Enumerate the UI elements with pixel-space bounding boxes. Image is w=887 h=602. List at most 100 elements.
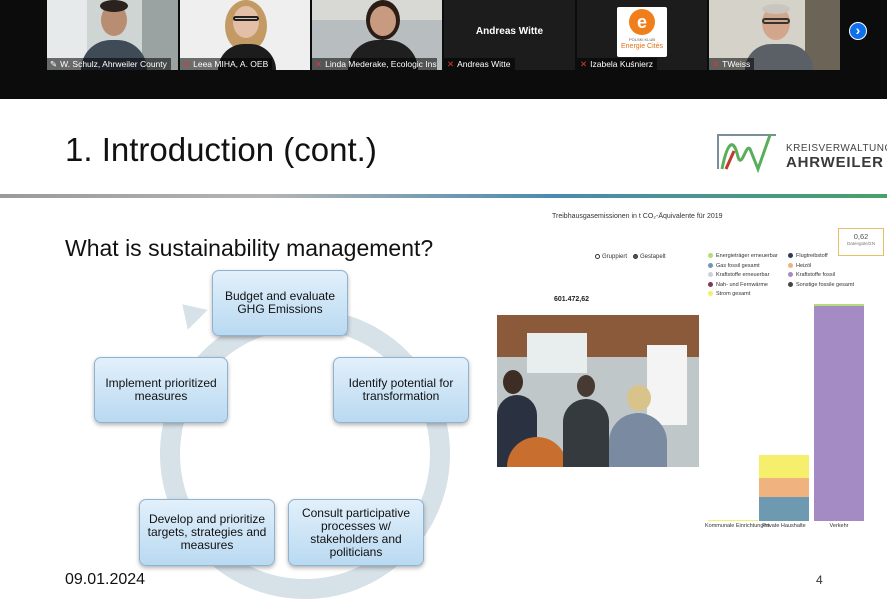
logo-small-text: POLSKI KLUB [628, 37, 655, 42]
muted-mic-icon: ✕ [580, 59, 588, 69]
participant-tile-5[interactable]: e POLSKI KLUB Energie Cités ✕ Izabela Kuś… [577, 0, 707, 70]
participant-name-tag: ✕ Izabela Kuśnierz [577, 58, 657, 70]
cycle-step-implement: Implement prioritized measures [94, 357, 228, 423]
glasses [762, 18, 790, 24]
chart-bar-segment[interactable] [814, 306, 864, 521]
legend-item[interactable]: Heizöl [788, 263, 811, 269]
photo-pinboard [647, 345, 687, 425]
cycle-step-consult: Consult participative processes w/ stake… [288, 499, 424, 566]
participant-hair [100, 0, 128, 12]
participant-name-tag: ✕ TWeiss [709, 58, 755, 70]
next-page-button[interactable]: › [849, 22, 867, 40]
photo-person [503, 370, 523, 394]
pin-icon: ✎ [50, 59, 58, 69]
radio-selected-icon [633, 254, 638, 259]
chart-bar-segment[interactable] [759, 497, 809, 521]
participant-display-name: Andreas Witte [475, 26, 544, 37]
logo-line-2: AHRWEILER [786, 154, 884, 171]
cycle-step-develop: Develop and prioritize targets, strategi… [139, 499, 275, 566]
chart-bar-segment[interactable] [708, 519, 758, 521]
logo-text: Energie Cités [620, 43, 664, 50]
muted-mic-icon: ✕ [315, 59, 323, 69]
chart-title: Treibhausgasemissionen in t CO₂-Äquivale… [552, 213, 723, 220]
slide-divider [0, 194, 887, 198]
participant-name-tag: ✕ Andreas Witte [444, 58, 515, 70]
legend-item[interactable]: Kraftstoffe fossil [788, 272, 835, 278]
legend-swatch-icon [708, 291, 713, 297]
participant-name-tag: ✕ Linda Mederake, Ecologic Inst... [312, 58, 437, 70]
participant-tile-1[interactable]: ✎ W. Schulz, Ahrweiler County [47, 0, 178, 70]
participant-tile-6[interactable]: ✕ TWeiss [709, 0, 840, 70]
legend-label: Strom gesamt [716, 291, 751, 297]
participant-head [233, 6, 259, 38]
photo-person [577, 375, 595, 397]
legend-label: Heizöl [796, 262, 812, 269]
legend-item[interactable]: Kraftstoffe erneuerbar [708, 272, 769, 278]
toggle-grouped[interactable]: Gruppiert [595, 254, 627, 260]
x-axis-label: Verkehr [829, 523, 849, 529]
logo-line-1: KREISVERWALTUNG [786, 143, 887, 154]
legend-swatch-icon [708, 281, 713, 287]
cycle-step-identify: Identify potential for transformation [333, 357, 469, 423]
energie-cites-logo: e POLSKI KLUB Energie Cités [617, 7, 667, 57]
data-quality-kpi: 0,62 Datengüte/ΣN [838, 228, 884, 256]
photo-person [627, 385, 651, 411]
legend-swatch-icon [708, 262, 713, 268]
x-axis-label: Private Haushalte [762, 523, 806, 529]
chart-bar-segment[interactable] [759, 455, 809, 478]
muted-mic-icon: ✕ [183, 59, 191, 69]
participant-body [745, 44, 813, 70]
photo-window [527, 333, 587, 373]
chart-bar-segment[interactable] [814, 303, 864, 306]
legend-item[interactable]: Flugtreibstoff [788, 253, 828, 259]
participant-tile-3[interactable]: ✕ Linda Mederake, Ecologic Inst... [312, 0, 442, 70]
chart-total-label: 601.472,62 [554, 296, 590, 303]
legend-swatch-icon [788, 253, 793, 259]
slide-subtitle: What is sustainability management? [65, 235, 434, 261]
legend-swatch-icon [788, 272, 793, 278]
kreisverwaltung-logo: KREISVERWALTUNG AHRWEILER [716, 129, 887, 177]
participant-tile-4[interactable]: Andreas Witte ✕ Andreas Witte [444, 0, 575, 70]
chevron-right-icon: › [855, 22, 861, 38]
participant-hair [762, 4, 790, 14]
cycle-arrow-icon [172, 294, 208, 330]
legend-item[interactable]: Gas fossil gesamt [708, 263, 760, 269]
photo-person-body [609, 413, 667, 467]
participant-name-tag: ✎ W. Schulz, Ahrweiler County [47, 58, 171, 70]
chart-bar-segment[interactable] [759, 477, 809, 498]
legend-swatch-icon [788, 262, 793, 268]
slide-page-number: 4 [816, 573, 823, 587]
kpi-value: 0,62 [853, 232, 869, 241]
workshop-photo [497, 315, 699, 467]
legend-swatch-icon [708, 272, 713, 278]
slide-title: 1. Introduction (cont.) [65, 131, 377, 168]
legend-label: Sonstige fossile gesamt [796, 281, 855, 288]
kpi-label: Datengüte/ΣN [846, 241, 876, 246]
participant-name-tag: ✕ Leea MIHA, A. OEB [180, 58, 273, 70]
glasses [233, 16, 259, 21]
logo-circle-icon: e [629, 9, 655, 35]
legend-item[interactable]: Strom gesamt [708, 291, 750, 297]
legend-item[interactable]: Nah- und Fernwärme [708, 282, 768, 288]
slide-date: 09.01.2024 [65, 571, 146, 588]
radio-icon [595, 254, 600, 259]
photo-person-body [563, 399, 609, 467]
x-axis-label: Kommunale Einrichtungen [705, 523, 770, 529]
legend-swatch-icon [788, 281, 793, 287]
legend-label: Energieträger erneuerbar [716, 253, 778, 259]
legend-item[interactable]: Sonstige fossile gesamt [788, 282, 854, 288]
legend-label: Kraftstoffe fossil [796, 272, 836, 278]
video-conference-bar: ✎ W. Schulz, Ahrweiler County ✕ Leea MIHA,… [0, 0, 887, 99]
legend-swatch-icon [708, 253, 713, 259]
legend-item[interactable]: Energieträger erneuerbar [708, 253, 778, 259]
shared-slide: 1. Introduction (cont.) KREISVERWALTUNG … [0, 99, 887, 602]
legend-label: Gas fossil gesamt [716, 262, 760, 269]
toggle-stacked[interactable]: Gestapelt [633, 254, 666, 260]
muted-mic-icon: ✕ [447, 59, 455, 69]
legend-label: Kraftstoffe erneuerbar [716, 272, 770, 278]
logo-mark-icon [717, 134, 776, 174]
participant-tile-2[interactable]: ✕ Leea MIHA, A. OEB [180, 0, 310, 70]
muted-mic-icon: ✕ [712, 59, 720, 69]
cycle-step-budget: Budget and evaluate GHG Emissions [212, 270, 348, 336]
legend-label: Nah- und Fernwärme [716, 281, 768, 288]
